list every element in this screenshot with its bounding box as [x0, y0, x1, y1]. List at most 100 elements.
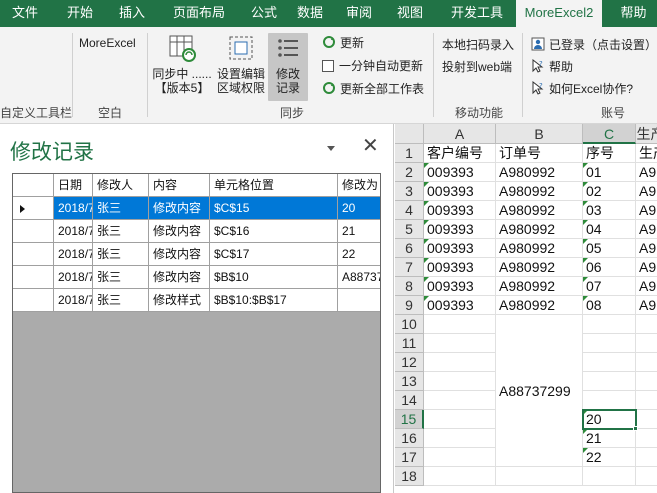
column-header[interactable]: B	[496, 124, 583, 144]
cell[interactable]: 01	[583, 163, 636, 182]
row-header[interactable]: 7	[395, 258, 424, 277]
cell[interactable]: 08	[583, 296, 636, 315]
column-header[interactable]: A	[424, 124, 496, 144]
tab-6[interactable]: 审阅	[336, 0, 382, 27]
grid-column-header[interactable]: 日期	[54, 174, 93, 197]
grid-cell[interactable]: 张三	[93, 197, 149, 220]
grid-cell[interactable]: $C$16	[210, 220, 338, 243]
cell[interactable]: 序号	[583, 144, 636, 163]
cell[interactable]: A9	[636, 239, 657, 258]
grid-cell[interactable]: 2018/7/15	[54, 197, 93, 220]
cell[interactable]: A980992	[496, 163, 583, 182]
grid-row[interactable]: 2018/7/15张三修改样式$B$10:$B$17	[13, 289, 380, 312]
tab-5[interactable]: 数据	[284, 0, 336, 27]
help-button[interactable]: ? 帮助	[531, 58, 573, 76]
row-selector[interactable]	[13, 197, 54, 220]
cell[interactable]: 009393	[424, 220, 496, 239]
cell[interactable]: 009393	[424, 296, 496, 315]
grid-row[interactable]: 2018/7/15张三修改内容$B$10A88737299	[13, 266, 380, 289]
cell[interactable]: 009393	[424, 277, 496, 296]
row-header[interactable]: 3	[395, 182, 424, 201]
grid-cell[interactable]: 20	[338, 197, 380, 220]
tab-4[interactable]: 公式	[244, 0, 284, 27]
row-header[interactable]: 15	[395, 410, 424, 429]
cell[interactable]	[583, 334, 636, 353]
cell[interactable]: 009393	[424, 239, 496, 258]
merged-cell-b10-b17[interactable]: A88737299	[496, 315, 583, 467]
tab-9[interactable]: MoreExcel2	[516, 0, 602, 27]
grid-cell[interactable]: 张三	[93, 289, 149, 312]
cell[interactable]: 21	[583, 429, 636, 448]
cell[interactable]	[424, 467, 496, 486]
cell[interactable]: 02	[583, 182, 636, 201]
cell[interactable]: A980992	[496, 182, 583, 201]
cell[interactable]: 07	[583, 277, 636, 296]
collab-help-button[interactable]: ? 如何Excel协作?	[531, 80, 633, 98]
grid-cell[interactable]: $B$10:$B$17	[210, 289, 338, 312]
grid-cell[interactable]: 修改内容	[149, 197, 210, 220]
grid-cell[interactable]: 2018/7/15	[54, 289, 93, 312]
tab-0[interactable]: 文件	[0, 0, 50, 27]
grid-column-header[interactable]: 修改为	[338, 174, 380, 197]
cell[interactable]	[424, 315, 496, 334]
cell[interactable]: A9	[636, 182, 657, 201]
grid-column-header[interactable]: 内容	[149, 174, 210, 197]
cell[interactable]: A9	[636, 220, 657, 239]
cell[interactable]: A9	[636, 258, 657, 277]
cell[interactable]	[424, 334, 496, 353]
grid-cell[interactable]: 张三	[93, 220, 149, 243]
grid-cell[interactable]: 2018/7/15	[54, 220, 93, 243]
cell[interactable]	[583, 467, 636, 486]
cell[interactable]	[583, 372, 636, 391]
cell[interactable]: A9	[636, 277, 657, 296]
cell[interactable]: 009393	[424, 182, 496, 201]
sync-button[interactable]: 同步中 ...... 【版本5】	[150, 33, 214, 95]
tab-3[interactable]: 页面布局	[154, 0, 244, 27]
edit-region-permission-button[interactable]: 设置编辑 区域权限	[214, 33, 268, 95]
grid-cell[interactable]: 修改样式	[149, 289, 210, 312]
cell[interactable]: A9	[636, 201, 657, 220]
row-header[interactable]: 10	[395, 315, 424, 334]
cell[interactable]: A9	[636, 296, 657, 315]
cell[interactable]	[583, 353, 636, 372]
grid-cell[interactable]: 张三	[93, 243, 149, 266]
auto-refresh-checkbox[interactable]: 一分钟自动更新	[322, 57, 423, 75]
grid-cell[interactable]: 2018/7/15	[54, 266, 93, 289]
grid-cell[interactable]: A88737299	[338, 266, 380, 289]
row-header[interactable]: 13	[395, 372, 424, 391]
refresh-all-button[interactable]: 更新全部工作表	[322, 80, 424, 98]
row-header[interactable]: 2	[395, 163, 424, 182]
cell[interactable]	[636, 315, 657, 334]
cell[interactable]: A980992	[496, 220, 583, 239]
cell[interactable]	[424, 391, 496, 410]
grid-cell[interactable]: 修改内容	[149, 243, 210, 266]
cell[interactable]: 生产	[636, 144, 657, 163]
cell[interactable]: 订单号	[496, 144, 583, 163]
cast-web-button[interactable]: 投射到web端	[442, 58, 512, 76]
row-selector[interactable]	[13, 243, 54, 266]
logged-in-button[interactable]: 已登录（点击设置）	[531, 36, 657, 54]
cell[interactable]: 22	[583, 448, 636, 467]
cell[interactable]: 06	[583, 258, 636, 277]
row-selector[interactable]	[13, 289, 54, 312]
grid-row[interactable]: 2018/7/15张三修改内容$C$1722	[13, 243, 380, 266]
tab-1[interactable]: 开始	[50, 0, 110, 27]
cell[interactable]: 04	[583, 220, 636, 239]
tab-7[interactable]: 视图	[382, 0, 438, 27]
cell[interactable]	[636, 372, 657, 391]
cell[interactable]: A9	[636, 163, 657, 182]
checkbox-box[interactable]	[322, 60, 334, 72]
grid-cell[interactable]: $C$17	[210, 243, 338, 266]
grid-cell[interactable]: 2018/7/15	[54, 243, 93, 266]
cell[interactable]	[496, 467, 583, 486]
cell[interactable]	[583, 391, 636, 410]
cell[interactable]	[636, 334, 657, 353]
column-header[interactable]: 生产	[636, 124, 657, 144]
local-scan-button[interactable]: 本地扫码录入	[442, 36, 514, 54]
tab-2[interactable]: 插入	[110, 0, 154, 27]
grid-row[interactable]: 2018/7/15张三修改内容$C$1520	[13, 197, 380, 220]
cell[interactable]	[636, 448, 657, 467]
row-header[interactable]: 6	[395, 239, 424, 258]
row-header[interactable]: 14	[395, 391, 424, 410]
grid-cell[interactable]: 22	[338, 243, 380, 266]
